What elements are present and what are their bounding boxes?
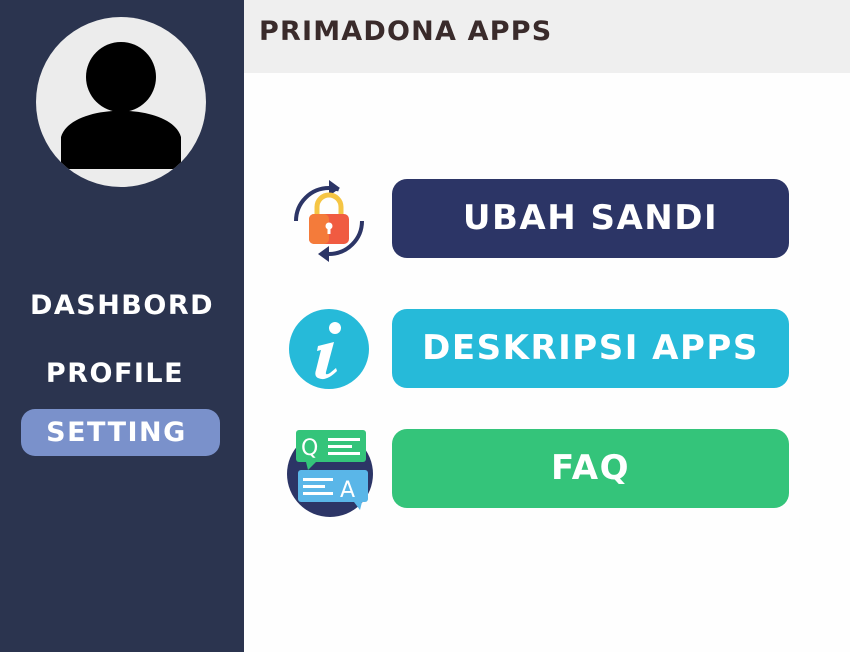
info-icon[interactable]	[288, 308, 370, 394]
page-title: PRIMADONA APPS	[259, 16, 553, 47]
header: PRIMADONA APPS	[244, 0, 850, 73]
lock-refresh-icon[interactable]	[286, 176, 372, 270]
faq-icon[interactable]: Q A	[286, 428, 376, 522]
avatar[interactable]	[36, 17, 206, 187]
ubah-sandi-button[interactable]: UBAH SANDI	[392, 179, 789, 258]
sidebar-item-profile[interactable]: PROFILE	[0, 358, 230, 389]
faq-button[interactable]: FAQ	[392, 429, 789, 508]
user-icon	[61, 42, 181, 169]
sidebar-item-setting[interactable]: SETTING	[21, 409, 220, 456]
sidebar: DASHBORD PROFILE SETTING	[0, 0, 244, 652]
deskripsi-apps-button[interactable]: DESKRIPSI APPS	[392, 309, 789, 388]
sidebar-item-dashboard[interactable]: DASHBORD	[0, 290, 244, 321]
svg-text:Q: Q	[301, 436, 318, 461]
svg-text:A: A	[340, 478, 355, 503]
